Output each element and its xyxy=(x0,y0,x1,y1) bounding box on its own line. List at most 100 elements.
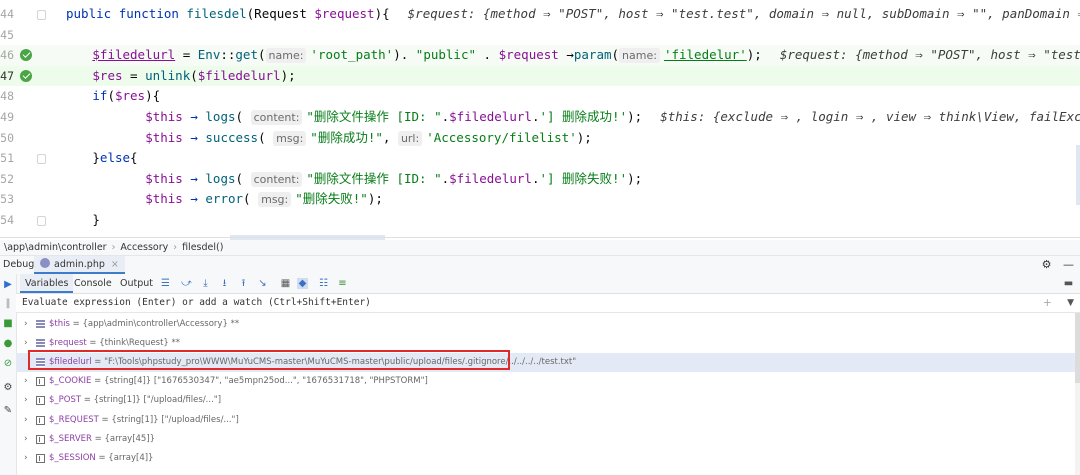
run-to-cursor-icon[interactable]: ↘ xyxy=(257,278,268,289)
code-token: get xyxy=(235,47,258,63)
inline-debug-value: $request: {method ⇒ "POST", host ⇒ "test… xyxy=(779,47,1080,63)
step-out-icon[interactable]: ⭱ xyxy=(238,278,249,289)
code-token: else xyxy=(99,150,131,166)
code-line[interactable]: 49 $this → logs( content: "删除文件操作 [ID: ".$… xyxy=(0,107,1080,128)
code-token: $filedelurl xyxy=(449,109,532,124)
breakpoint-icon[interactable] xyxy=(20,49,32,62)
code-line[interactable]: 47 $res = unlink($filedelurl); xyxy=(0,65,1080,87)
debug-session-tab[interactable]: admin.php × xyxy=(34,256,125,274)
breakpoint-icon[interactable] xyxy=(20,69,32,82)
gutter[interactable]: 47 xyxy=(0,66,58,87)
gutter[interactable]: 48 xyxy=(0,86,58,107)
tab-variables[interactable]: Variables xyxy=(20,274,74,293)
fold-icon[interactable] xyxy=(37,154,46,165)
chevron-right-icon[interactable]: › xyxy=(24,315,28,334)
view-breakpoints-icon[interactable]: ● xyxy=(3,339,13,349)
chevron-down-icon[interactable]: ▼ xyxy=(1067,294,1074,312)
variable-row[interactable]: › $_REQUEST = {string[1]} ["/upload/files… xyxy=(16,411,1080,430)
code-line[interactable]: 46 $filedelurl = Env::get(name:'root_path… xyxy=(0,45,1080,66)
chevron-right-icon[interactable]: › xyxy=(24,372,28,391)
variable-row[interactable]: › $_POST = {string[1]} ["/upload/files/..… xyxy=(16,391,1080,410)
code-token: ); xyxy=(280,67,296,83)
code-line[interactable]: 44 public function filesdel(Request $requ… xyxy=(0,4,1080,25)
pin-icon[interactable]: ✎ xyxy=(3,406,13,416)
menu-icon[interactable]: ☰ xyxy=(160,278,171,289)
tab-output[interactable]: Output xyxy=(115,274,158,293)
variable-row[interactable]: › $_SESSION = {array[4]} xyxy=(16,449,1080,468)
gutter[interactable]: 53 xyxy=(0,189,58,210)
chevron-right-icon[interactable]: › xyxy=(24,391,28,410)
close-icon[interactable]: × xyxy=(111,259,119,270)
array-icon xyxy=(36,396,45,406)
gutter[interactable]: 45 xyxy=(0,25,58,46)
evaluate-icon[interactable]: ▦ xyxy=(280,278,291,289)
code-line[interactable]: 50 $this → success( msg: "删除成功!", url: 'Acc… xyxy=(0,128,1080,149)
layout-icon[interactable]: ▬ xyxy=(1063,278,1074,289)
chevron-right-icon[interactable]: › xyxy=(24,449,28,468)
highlight-box xyxy=(28,350,510,370)
add-watch-icon[interactable]: + xyxy=(1043,294,1052,312)
fold-icon[interactable] xyxy=(37,216,46,226)
editor-scrollbar[interactable] xyxy=(1076,145,1080,205)
resume-icon[interactable]: ▶ xyxy=(3,280,13,290)
fold-icon[interactable] xyxy=(37,10,46,20)
code-line[interactable]: 51}else{ xyxy=(0,148,1080,169)
chevron-right-icon[interactable]: › xyxy=(24,430,28,449)
show-execution-point-icon[interactable]: ⤻ xyxy=(181,278,192,289)
minimize-icon[interactable]: — xyxy=(1063,258,1074,271)
variable-row[interactable]: › $this = {app\admin\controller\Accessory… xyxy=(16,315,1080,334)
pause-icon[interactable]: ‖ xyxy=(3,299,13,309)
code-token: logs xyxy=(205,170,236,186)
code-token: unlink xyxy=(145,67,191,83)
breadcrumb-item[interactable]: \app\admin\controller xyxy=(4,242,107,253)
array-icon xyxy=(36,434,45,444)
gutter[interactable]: 44 xyxy=(0,4,58,25)
breadcrumb-item[interactable]: filesdel() xyxy=(182,242,223,253)
code-line[interactable]: 52 $this → logs( content: "删除文件操作 [ID: ".$… xyxy=(0,169,1080,190)
mute-breakpoints-icon[interactable]: ⊘ xyxy=(3,359,13,369)
watch-icon[interactable]: ◆ xyxy=(297,278,308,289)
debug-tabbar: Debug: admin.php × ⚙ — xyxy=(0,256,1080,275)
gutter[interactable]: 46 xyxy=(0,45,58,66)
code-token: ); xyxy=(627,170,643,186)
chevron-right-icon[interactable]: › xyxy=(24,411,28,430)
code-token: = xyxy=(175,47,198,63)
code-line[interactable]: 53 $this → error( msg: "删除失败!"); xyxy=(0,189,1080,210)
code-token: "删除成功!" xyxy=(310,129,383,145)
gutter[interactable]: 49 xyxy=(0,107,58,128)
breadcrumb-item[interactable]: Accessory xyxy=(120,242,168,253)
stop-icon[interactable]: ■ xyxy=(3,319,13,329)
gutter[interactable]: 54 xyxy=(0,210,58,231)
code-editor[interactable]: 44 public function filesdel(Request $requ… xyxy=(0,0,1080,240)
code-line[interactable]: 48 if($res){ xyxy=(0,86,1080,107)
code-token: $res xyxy=(114,88,146,104)
code-token: $this xyxy=(145,109,183,124)
gutter[interactable]: 52 xyxy=(0,169,58,190)
settings-icon[interactable]: ⚙ xyxy=(3,383,13,393)
gear-icon[interactable]: ⚙ xyxy=(1042,258,1052,271)
code-token: $this xyxy=(145,170,183,186)
gutter[interactable]: 50 xyxy=(0,128,58,149)
code-line[interactable]: 54} xyxy=(0,210,1080,231)
add-watch-icon[interactable]: ≡ xyxy=(337,278,348,289)
variable-row[interactable]: › $_SERVER = {array[45]} xyxy=(16,430,1080,449)
step-over-icon[interactable]: ⤓ xyxy=(200,278,211,289)
variables-scrollbar[interactable] xyxy=(1075,313,1080,475)
code-line[interactable]: 45 xyxy=(0,25,1080,46)
parameter-hint: name: xyxy=(619,48,660,64)
code-token: (Request xyxy=(246,6,315,21)
evaluate-placeholder: Evaluate expression (Enter) or add a wat… xyxy=(22,297,371,308)
frames-icon[interactable]: ☷ xyxy=(318,278,329,289)
line-number: 45 xyxy=(0,27,14,42)
variable-row[interactable]: › $_COOKIE = {string[4]} ["1676530347", "… xyxy=(16,372,1080,391)
step-into-icon[interactable]: ⭳ xyxy=(219,278,230,289)
code-token: → xyxy=(182,109,206,124)
parameter-hint: msg: xyxy=(258,192,292,208)
code-token: ( xyxy=(235,109,251,124)
code-token: filesdel xyxy=(186,6,247,21)
tab-console[interactable]: Console xyxy=(69,274,117,293)
evaluate-expression-field[interactable]: Evaluate expression (Enter) or add a wat… xyxy=(16,294,1080,313)
gutter[interactable]: 51 xyxy=(0,148,58,169)
code-text: if($res){ xyxy=(92,86,160,107)
code-token: "public" xyxy=(415,47,477,63)
